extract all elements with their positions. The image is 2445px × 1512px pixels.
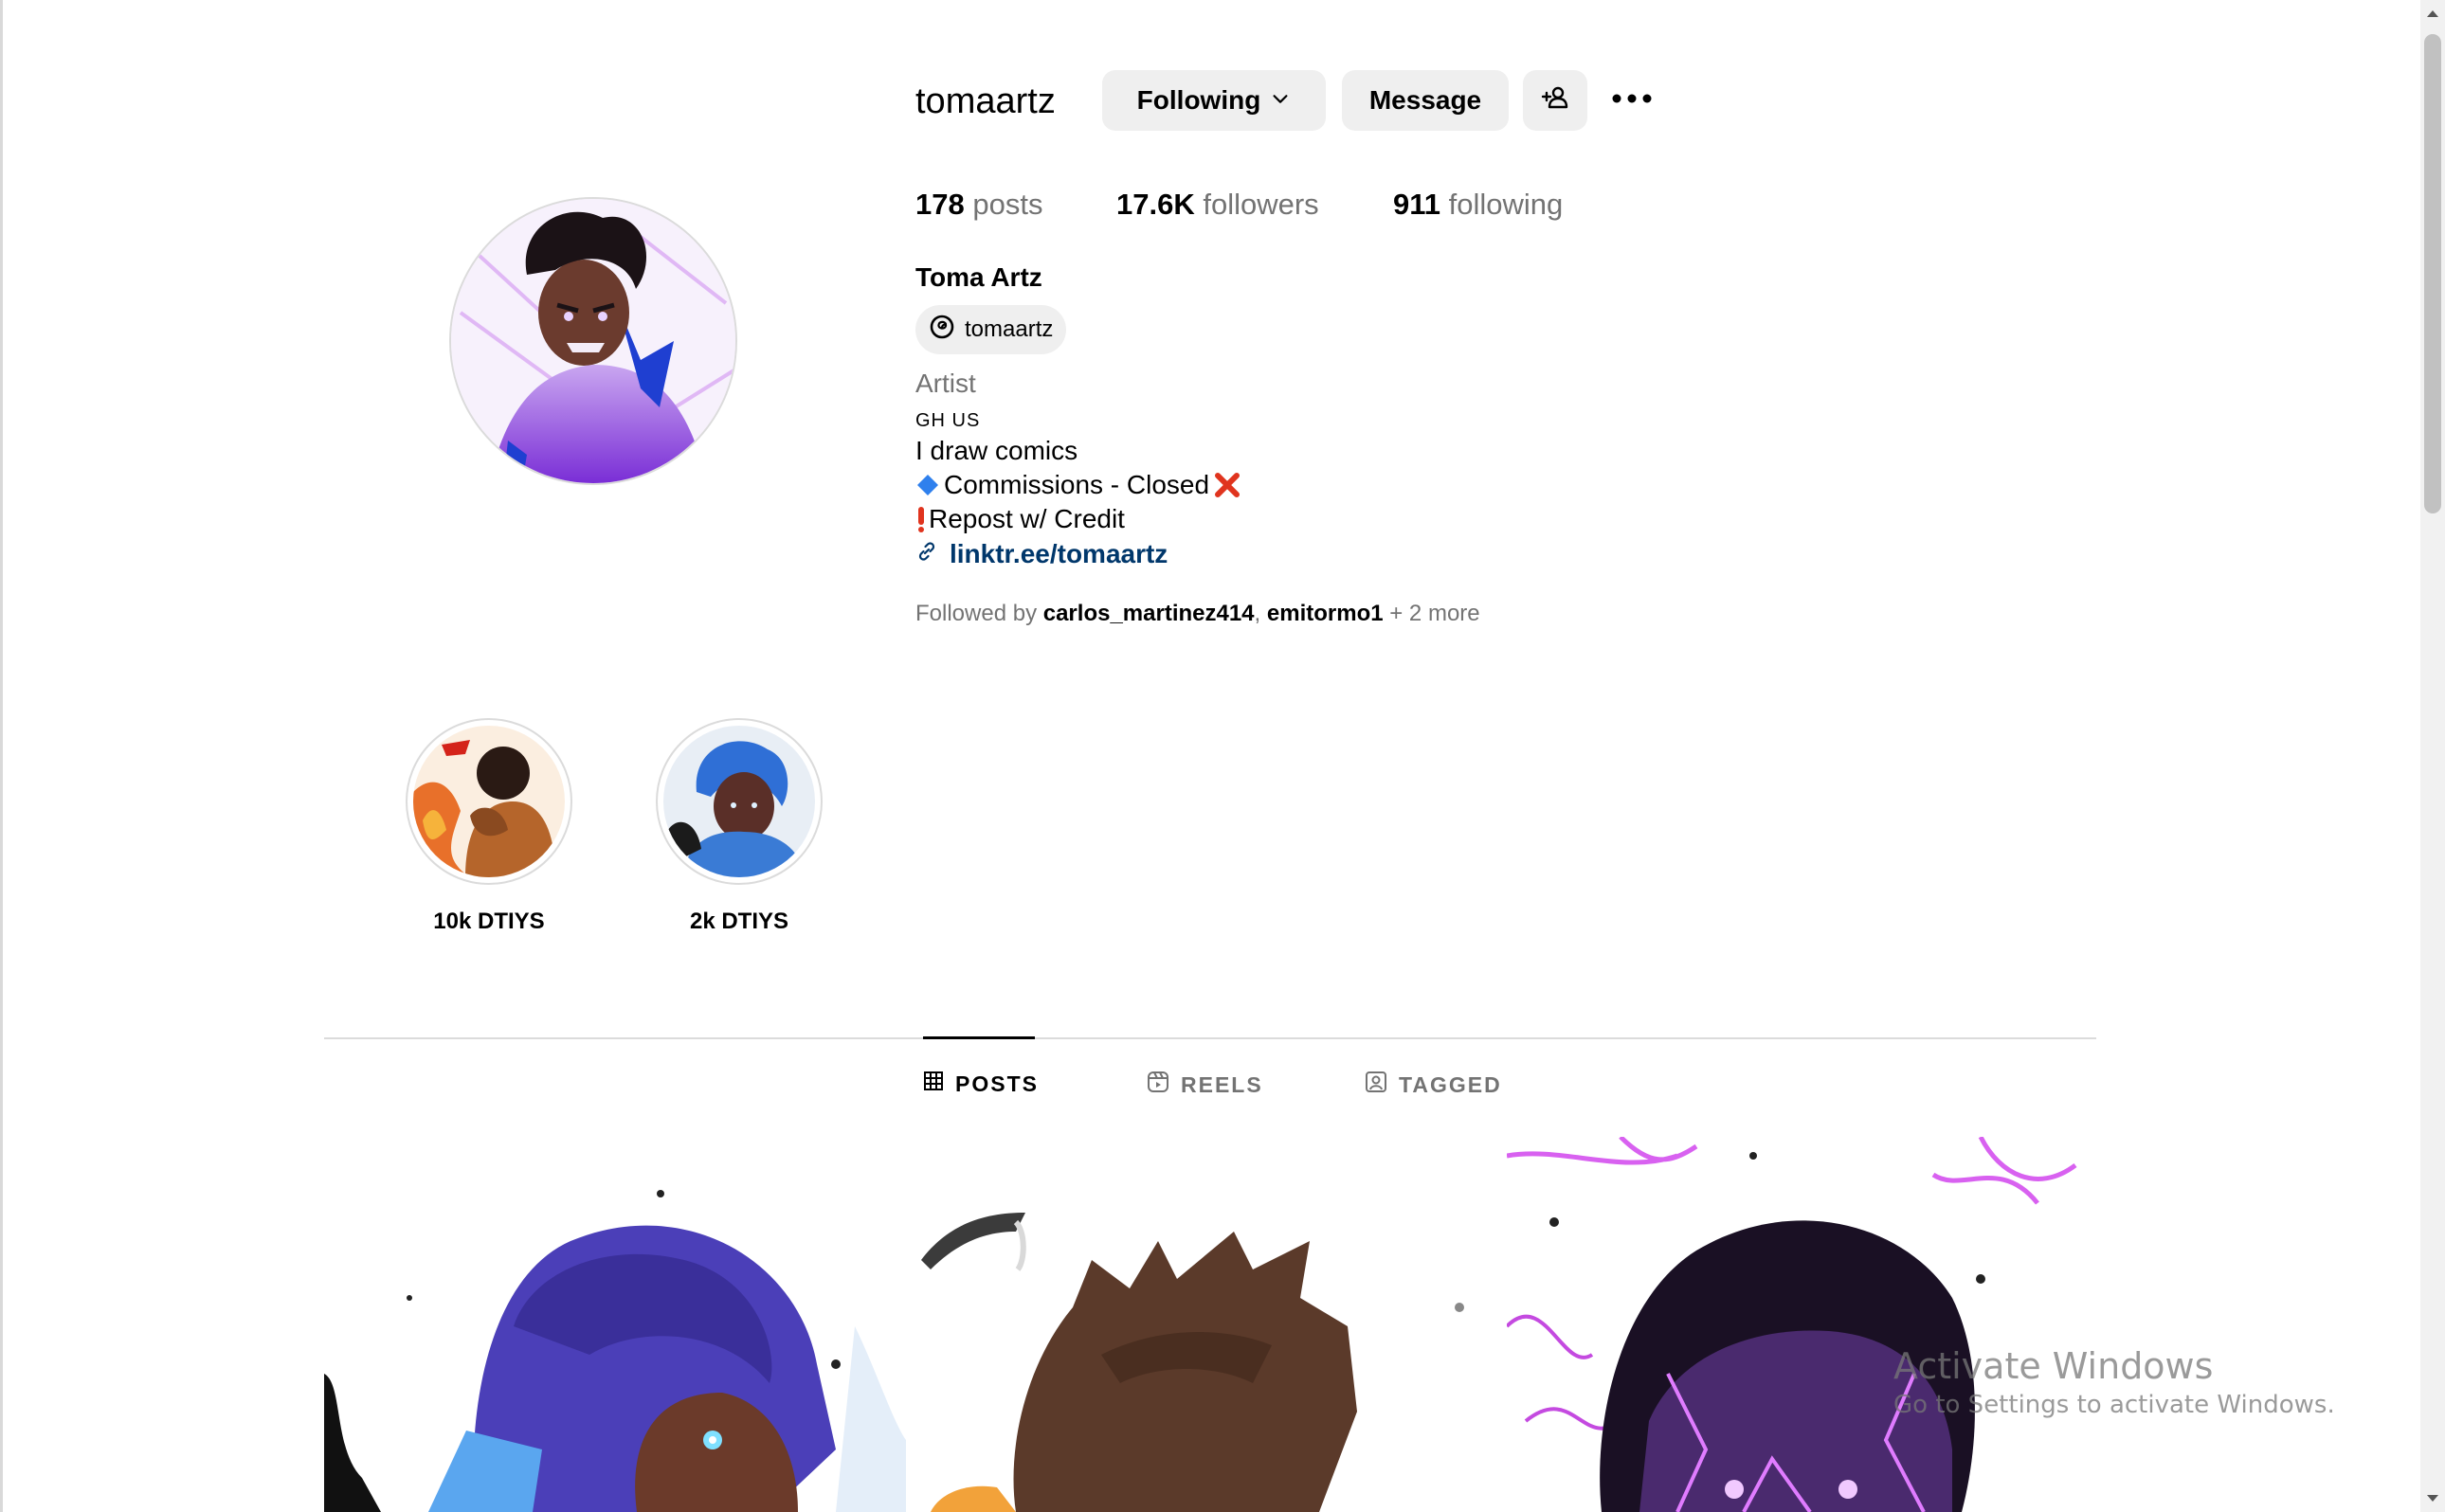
post-thumbnail[interactable] xyxy=(324,1137,906,1512)
following-count[interactable]: 911 following xyxy=(1393,186,1563,224)
add-person-icon xyxy=(1540,82,1570,119)
following-button[interactable]: Following xyxy=(1102,70,1326,131)
external-link[interactable]: linktr.ee/tomaartz xyxy=(915,536,1168,572)
bio-flags: GH US xyxy=(915,410,981,431)
activate-windows-watermark: Activate Windows Go to Settings to activ… xyxy=(1893,1343,2335,1421)
followed-by-suffix: + 2 more xyxy=(1383,601,1480,626)
active-tab-indicator xyxy=(923,1036,1035,1039)
following-count-value: 911 xyxy=(1393,188,1441,221)
bio-commissions-text: Commissions - Closed xyxy=(944,470,1210,499)
followed-by-user-2[interactable]: emitormo1 xyxy=(1267,601,1384,626)
followers-count-label: followers xyxy=(1203,188,1319,221)
following-button-label: Following xyxy=(1136,85,1261,115)
external-link-text: linktr.ee/tomaartz xyxy=(950,539,1168,568)
scroll-down-icon[interactable] xyxy=(2425,1491,2440,1506)
followed-by-separator: , xyxy=(1254,601,1267,626)
bio-line-commissions: Commissions - Closed xyxy=(915,468,1241,502)
similar-accounts-button[interactable] xyxy=(1523,70,1587,131)
instagram-profile-page: tomaartz Following Message 178 posts 17.… xyxy=(0,0,2445,1512)
window-edge xyxy=(0,0,3,1512)
following-count-label: following xyxy=(1448,188,1564,221)
threads-badge[interactable]: tomaartz xyxy=(915,305,1067,354)
posts-count: 178 posts xyxy=(915,186,1042,224)
avatar-illustration xyxy=(451,199,735,483)
story-highlight[interactable]: 10k DTIYS xyxy=(406,718,572,936)
bio-repost-text: Repost w/ Credit xyxy=(929,504,1125,533)
highlight-image xyxy=(413,726,565,877)
highlight-label: 10k DTIYS xyxy=(433,909,545,934)
followed-by-user-1[interactable]: carlos_martinez414 xyxy=(1043,601,1255,626)
profile-full-name: Toma Artz xyxy=(915,262,1042,292)
watermark-subtitle: Go to Settings to activate Windows. xyxy=(1893,1391,2335,1419)
tab-tagged-label: TAGGED xyxy=(1399,1071,1502,1097)
vertical-scrollbar[interactable] xyxy=(2420,0,2445,1512)
posts-count-label: posts xyxy=(972,188,1043,221)
profile-avatar[interactable] xyxy=(449,197,737,485)
post-thumbnail[interactable] xyxy=(1507,1137,2089,1512)
tab-posts-label: POSTS xyxy=(955,1071,1039,1096)
tagged-icon xyxy=(1365,1071,1387,1099)
threads-icon xyxy=(929,314,955,347)
bio-line-comics: I draw comics xyxy=(915,436,1078,465)
followers-count-value: 17.6K xyxy=(1116,188,1195,221)
tab-posts[interactable]: POSTS xyxy=(923,1071,1039,1097)
highlight-image xyxy=(663,726,815,877)
tab-reels-label: REELS xyxy=(1181,1071,1263,1097)
profile-category: Artist xyxy=(915,369,976,398)
scrollbar-thumb[interactable] xyxy=(2424,34,2441,513)
bio-line-repost: Repost w/ Credit xyxy=(915,502,1125,536)
post-image xyxy=(1507,1137,2089,1512)
link-icon xyxy=(915,536,938,572)
watermark-title: Activate Windows xyxy=(1893,1345,2214,1387)
more-options-button[interactable] xyxy=(1607,76,1657,125)
ellipsis-icon xyxy=(1611,92,1653,109)
post-image xyxy=(324,1137,906,1512)
reels-icon xyxy=(1147,1071,1169,1099)
message-button-label: Message xyxy=(1368,85,1482,115)
highlight-label: 2k DTIYS xyxy=(689,909,789,934)
blue-diamond-icon xyxy=(915,473,940,497)
grid-icon xyxy=(923,1071,944,1097)
red-cross-icon xyxy=(1213,471,1241,499)
posts-count-value: 178 xyxy=(915,188,965,221)
exclamation-icon xyxy=(915,505,927,533)
tab-reels[interactable]: REELS xyxy=(1147,1071,1263,1099)
highlight-cover xyxy=(406,718,572,885)
tabs-divider xyxy=(324,1037,2096,1039)
chevron-down-icon xyxy=(1270,85,1291,116)
scroll-up-icon[interactable] xyxy=(2425,6,2440,21)
message-button[interactable]: Message xyxy=(1342,70,1509,131)
highlight-cover xyxy=(656,718,823,885)
profile-username: tomaartz xyxy=(915,81,1056,121)
tab-tagged[interactable]: TAGGED xyxy=(1365,1071,1502,1099)
post-thumbnail[interactable] xyxy=(912,1137,1494,1512)
story-highlight[interactable]: 2k DTIYS xyxy=(656,718,823,936)
followers-count[interactable]: 17.6K followers xyxy=(1116,186,1319,224)
threads-handle: tomaartz xyxy=(965,316,1054,342)
post-image xyxy=(912,1137,1494,1512)
followed-by[interactable]: Followed by carlos_martinez414, emitormo… xyxy=(915,599,1480,629)
followed-by-prefix: Followed by xyxy=(915,601,1043,626)
